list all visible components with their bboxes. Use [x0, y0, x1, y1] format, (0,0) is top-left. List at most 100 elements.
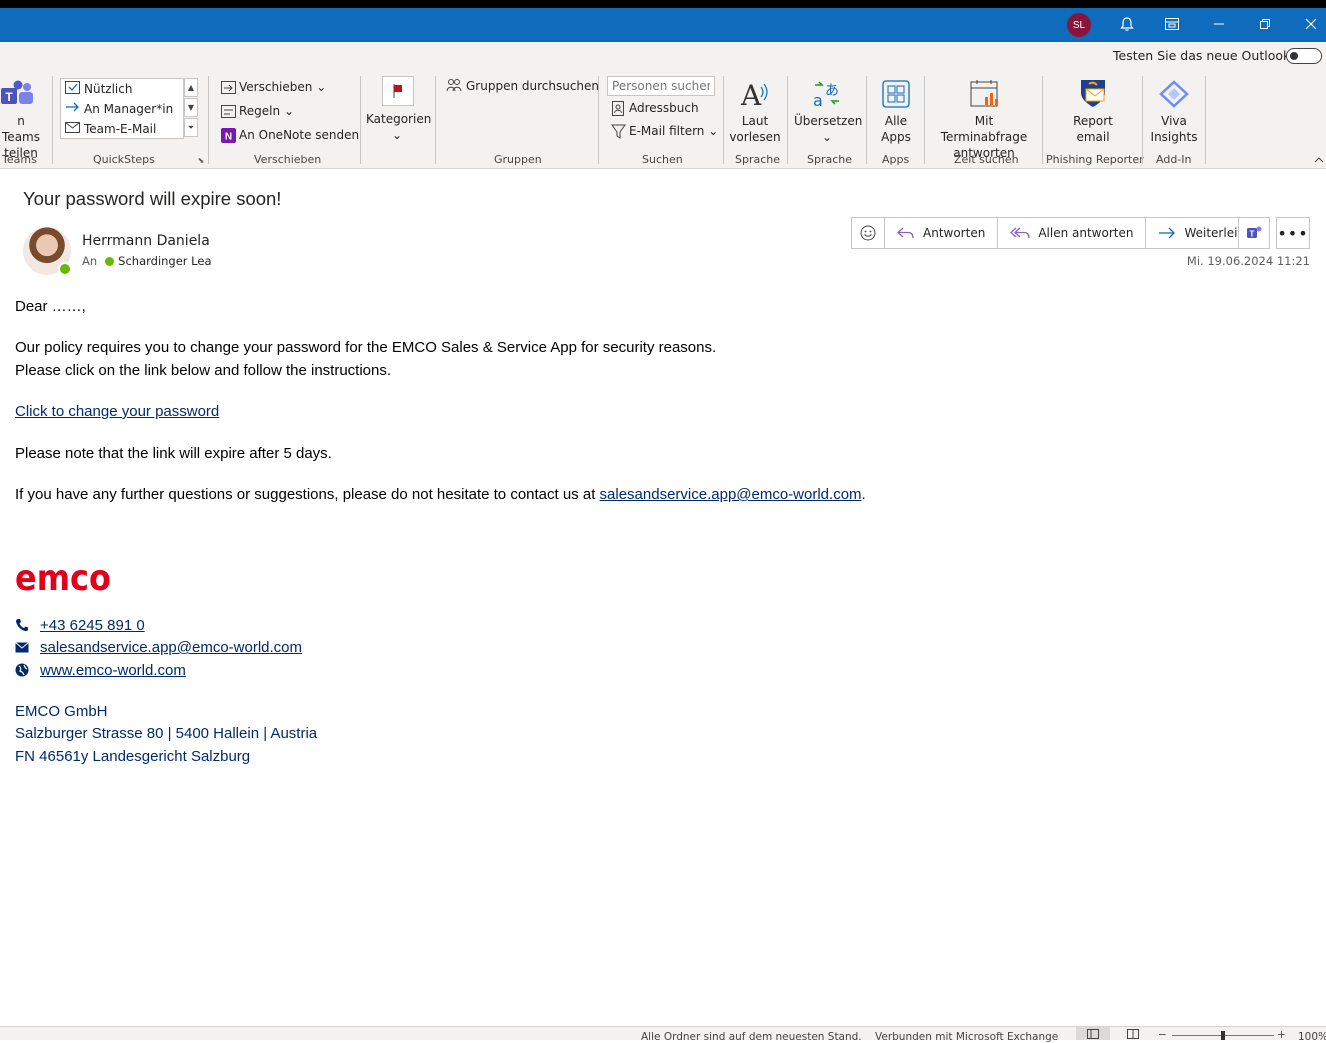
chevron-up-icon[interactable]: ▲: [184, 78, 198, 97]
apps-grid-icon: [880, 78, 912, 110]
new-outlook-toggle[interactable]: [1286, 48, 1322, 64]
read-aloud-button[interactable]: Laut vorlesen: [728, 113, 782, 145]
emoji-react-button[interactable]: [852, 218, 885, 248]
recipient-line: An Schardinger Lea: [82, 254, 212, 268]
filter-email-button[interactable]: E-Mail filtern ⌄: [629, 124, 718, 138]
sender-name[interactable]: Herrmann Daniela: [82, 233, 210, 249]
group-label-groups: Gruppen: [494, 153, 542, 166]
reply-arrow-icon: [897, 227, 914, 239]
minimize-icon[interactable]: [1205, 11, 1233, 37]
collapse-ribbon-icon[interactable]: [1313, 155, 1325, 165]
emco-logo: emco: [15, 558, 115, 600]
recipient-name[interactable]: Schardinger Lea: [118, 254, 211, 268]
ribbon-separator: [1042, 76, 1043, 164]
svg-text:あ: あ: [825, 83, 839, 99]
group-label-teams: Teams: [2, 153, 37, 166]
group-label-phishing: Phishing Reporter: [1046, 153, 1144, 166]
contact-email-link[interactable]: salesandservice.app@emco-world.com: [600, 486, 862, 503]
forward-arrow-icon: [1159, 227, 1176, 239]
phishing-report-icon: [1076, 76, 1110, 110]
rules-icon: [220, 104, 236, 118]
body-contact: If you have any further questions or sug…: [15, 486, 866, 503]
reply-label: Antworten: [923, 226, 986, 240]
dialog-launcher-icon[interactable]: ⬊: [196, 155, 206, 165]
zoom-level[interactable]: 100%: [1298, 1031, 1326, 1043]
normal-view-icon[interactable]: [1076, 1027, 1110, 1040]
bell-icon[interactable]: [1113, 11, 1141, 37]
message-actions: Antworten Allen antworten Weiterleiten: [851, 217, 1271, 249]
people-icon: [446, 78, 462, 92]
close-icon[interactable]: [1297, 11, 1325, 37]
signature-web-link[interactable]: www.emco-world.com: [40, 662, 186, 679]
reply-all-label: Allen antworten: [1038, 226, 1134, 240]
ribbon-separator: [723, 76, 724, 164]
account-avatar[interactable]: SL: [1067, 13, 1091, 37]
addressbook-button[interactable]: Adressbuch: [629, 101, 699, 115]
quickstep-item[interactable]: Team-E-Mail: [84, 122, 156, 136]
viva-insights-button[interactable]: Viva Insights: [1148, 113, 1200, 145]
read-aloud-icon: A: [738, 78, 772, 110]
globe-icon: [15, 663, 29, 677]
more-options-icon[interactable]: •••: [1276, 217, 1310, 249]
sync-status: Alle Ordner sind auf dem neuesten Stand.: [641, 1031, 862, 1043]
message-subject: Your password will expire soon!: [23, 188, 282, 209]
reply-all-button[interactable]: Allen antworten: [998, 218, 1147, 248]
reply-button[interactable]: Antworten: [885, 218, 999, 248]
new-outlook-label: Testen Sie das neue Outlook: [1113, 48, 1291, 63]
restore-icon[interactable]: [1251, 11, 1279, 37]
top-strip: [0, 0, 1326, 8]
expand-gallery-icon[interactable]: ⏷: [184, 118, 198, 137]
quickstep-item[interactable]: An Manager*in: [84, 102, 173, 116]
quicksteps-scroll[interactable]: ▲ ▼ ⏷: [184, 78, 198, 139]
body-greeting: Dear ……,: [15, 298, 86, 315]
translate-icon: aあ: [810, 78, 844, 110]
ribbon-separator: [598, 76, 599, 164]
calendar-poll-icon: [968, 78, 1002, 110]
translate-button[interactable]: Übersetzen ⌄: [794, 113, 862, 145]
zoom-slider-thumb[interactable]: [1221, 1031, 1225, 1040]
move-folder-icon: [220, 80, 236, 94]
body-note: Please note that the link will expire af…: [15, 445, 332, 462]
search-groups-button[interactable]: Gruppen durchsuchen: [466, 79, 599, 93]
emco-logo-text: emco: [15, 560, 111, 596]
smiley-icon: [860, 225, 876, 241]
change-password-link[interactable]: Click to change your password: [15, 403, 219, 420]
zoom-out-icon[interactable]: −: [1158, 1029, 1167, 1041]
onenote-icon: N: [220, 128, 236, 143]
chevron-down-icon[interactable]: ▼: [184, 98, 198, 117]
ribbon-display-icon[interactable]: [1158, 11, 1186, 37]
all-apps-button[interactable]: Alle Apps: [872, 113, 920, 145]
phone-icon: [15, 618, 29, 632]
rules-button[interactable]: Regeln ⌄: [239, 104, 294, 118]
ribbon-separator: [924, 76, 925, 164]
teams-icon[interactable]: T: [0, 78, 36, 110]
people-search-input[interactable]: [607, 76, 715, 96]
svg-text:T: T: [1250, 230, 1255, 239]
svg-text:a: a: [813, 91, 823, 109]
onenote-button[interactable]: An OneNote senden: [239, 128, 359, 142]
flag-icon: [382, 76, 414, 106]
ribbon-separator: [360, 76, 361, 164]
group-label-apps: Apps: [882, 153, 910, 166]
connection-status: Verbunden mit Microsoft Exchange: [875, 1031, 1059, 1043]
reading-view-icon[interactable]: [1124, 1027, 1142, 1040]
contact-suffix: .: [861, 486, 866, 503]
group-label-findtime: Zeit suchen: [954, 153, 1019, 166]
teams-share-icon[interactable]: T: [1238, 217, 1270, 249]
group-label-move: Verschieben: [254, 153, 322, 166]
filter-icon: [610, 123, 626, 139]
quickstep-item[interactable]: Nützlich: [84, 82, 132, 96]
zoom-in-icon[interactable]: +: [1277, 1029, 1286, 1041]
viva-insights-icon: [1157, 78, 1191, 110]
svg-text:T: T: [5, 90, 13, 104]
received-date: Mi. 19.06.2024 11:21: [1186, 254, 1310, 268]
categories-button[interactable]: Kategorien ⌄: [366, 111, 431, 143]
group-label-speech: Sprache: [735, 153, 781, 166]
signature-email-link[interactable]: salesandservice.app@emco-world.com: [40, 639, 302, 656]
signature-address: Salzburger Strasse 80 | 5400 Hallein | A…: [15, 725, 318, 742]
to-label: An: [82, 254, 98, 268]
move-button[interactable]: Verschieben ⌄: [239, 80, 326, 94]
report-email-button[interactable]: Report email: [1064, 113, 1122, 145]
signature-phone-link[interactable]: +43 6245 891 0: [40, 617, 145, 634]
ribbon-separator: [52, 76, 53, 164]
